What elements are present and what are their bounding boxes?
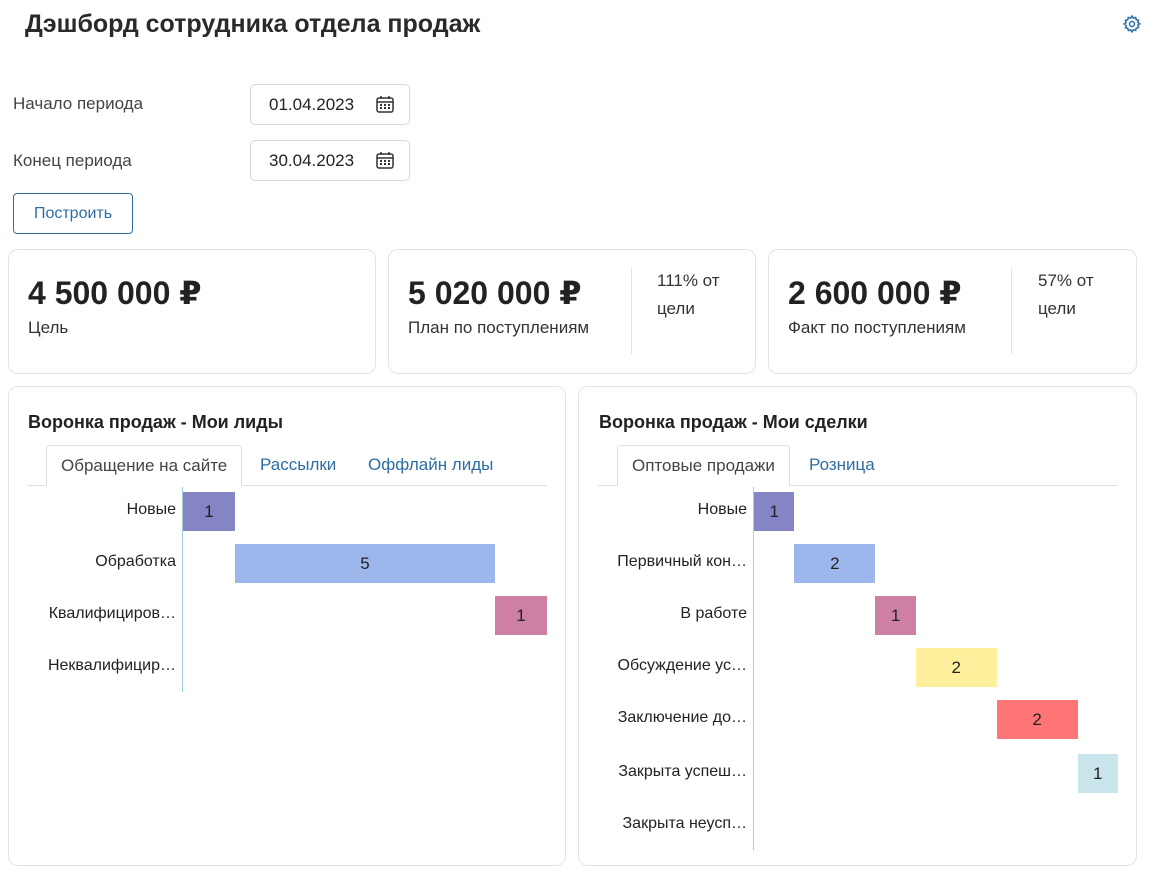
kpi-percent: 111% от цели (657, 271, 720, 318)
funnel-stage-label: Первичный кон… (617, 553, 747, 570)
divider (631, 268, 632, 354)
kpi-value: 2 600 000 ₽ (788, 275, 962, 311)
funnel-bar[interactable]: 1 (754, 492, 795, 531)
funnel-bar[interactable]: 1 (183, 492, 235, 531)
kpi-label: Факт по поступлениям (788, 318, 966, 337)
leads-tabs: Обращение на сайте Рассылки Оффлайн лиды (28, 445, 547, 486)
divider (1011, 268, 1012, 354)
start-date-value: 01.04.2023 (269, 95, 355, 114)
funnel-stage-label: В работе (680, 605, 747, 622)
chart-title: Воронка продаж - Мои лиды (28, 412, 284, 432)
gear-icon[interactable] (1122, 14, 1142, 34)
start-date-input[interactable]: 01.04.2023 (250, 84, 410, 125)
funnel-bar[interactable]: 1 (495, 596, 547, 635)
kpi-label: Цель (28, 318, 69, 337)
end-date-input[interactable]: 30.04.2023 (250, 140, 410, 181)
funnel-stage-label: Обсуждение ус… (617, 657, 747, 674)
calendar-icon[interactable] (375, 150, 395, 170)
funnel-bar[interactable]: 2 (794, 544, 876, 583)
funnel-stage-label: Новые (126, 501, 176, 518)
end-date-value: 30.04.2023 (269, 151, 355, 170)
kpi-percent: 57% от цели (1038, 271, 1094, 318)
calendar-icon[interactable] (375, 94, 395, 114)
kpi-value: 5 020 000 ₽ (408, 275, 582, 311)
funnel-bar[interactable]: 2 (915, 648, 997, 687)
tab-wholesale[interactable]: Оптовые продажи (617, 445, 790, 486)
tab-mailings[interactable]: Рассылки (246, 445, 350, 486)
page-title: Дэшборд сотрудника отдела продаж (25, 10, 481, 38)
kpi-card-fact: 2 600 000 ₽ Факт по поступлениям 57% от … (768, 249, 1137, 374)
funnel-bar[interactable]: 1 (875, 596, 916, 635)
funnel-stage-label: Неквалифицир… (47, 657, 176, 674)
funnel-stage-label: Новые (697, 501, 747, 518)
funnel-stage-label: Квалифициров… (48, 605, 176, 622)
tab-website[interactable]: Обращение на сайте (46, 445, 243, 486)
funnel-bar[interactable]: 1 (1077, 754, 1118, 793)
tab-retail[interactable]: Розница (795, 445, 889, 486)
build-button[interactable]: Построить (13, 193, 133, 234)
funnel-stage-label: Обработка (95, 553, 176, 570)
funnel-bar[interactable]: 2 (996, 700, 1078, 739)
kpi-label: План по поступлениям (408, 318, 590, 337)
start-date-label: Начало периода (13, 94, 144, 113)
funnel-bar[interactable]: 5 (235, 544, 495, 583)
funnel-axis (753, 487, 754, 850)
kpi-value: 4 500 000 ₽ (28, 275, 202, 311)
chart-title: Воронка продаж - Мои сделки (599, 412, 868, 432)
funnel-stage-label: Закрыта успеш… (618, 763, 747, 780)
funnel-stage-label: Закрыта неусп… (622, 815, 748, 832)
leads-funnel-card: Воронка продаж - Мои лиды Обращение на с… (8, 386, 566, 866)
kpi-card-plan: 5 020 000 ₽ План по поступлениям 111% от… (388, 249, 756, 374)
tab-offline[interactable]: Оффлайн лиды (354, 445, 507, 486)
end-date-label: Конец периода (13, 151, 132, 170)
funnel-stage-label: Заключение до… (617, 709, 747, 726)
deals-tabs: Оптовые продажи Розница (598, 445, 1117, 486)
deals-funnel-card: Воронка продаж - Мои сделки Оптовые прод… (578, 386, 1137, 866)
kpi-card-goal: 4 500 000 ₽ Цель (8, 249, 376, 374)
